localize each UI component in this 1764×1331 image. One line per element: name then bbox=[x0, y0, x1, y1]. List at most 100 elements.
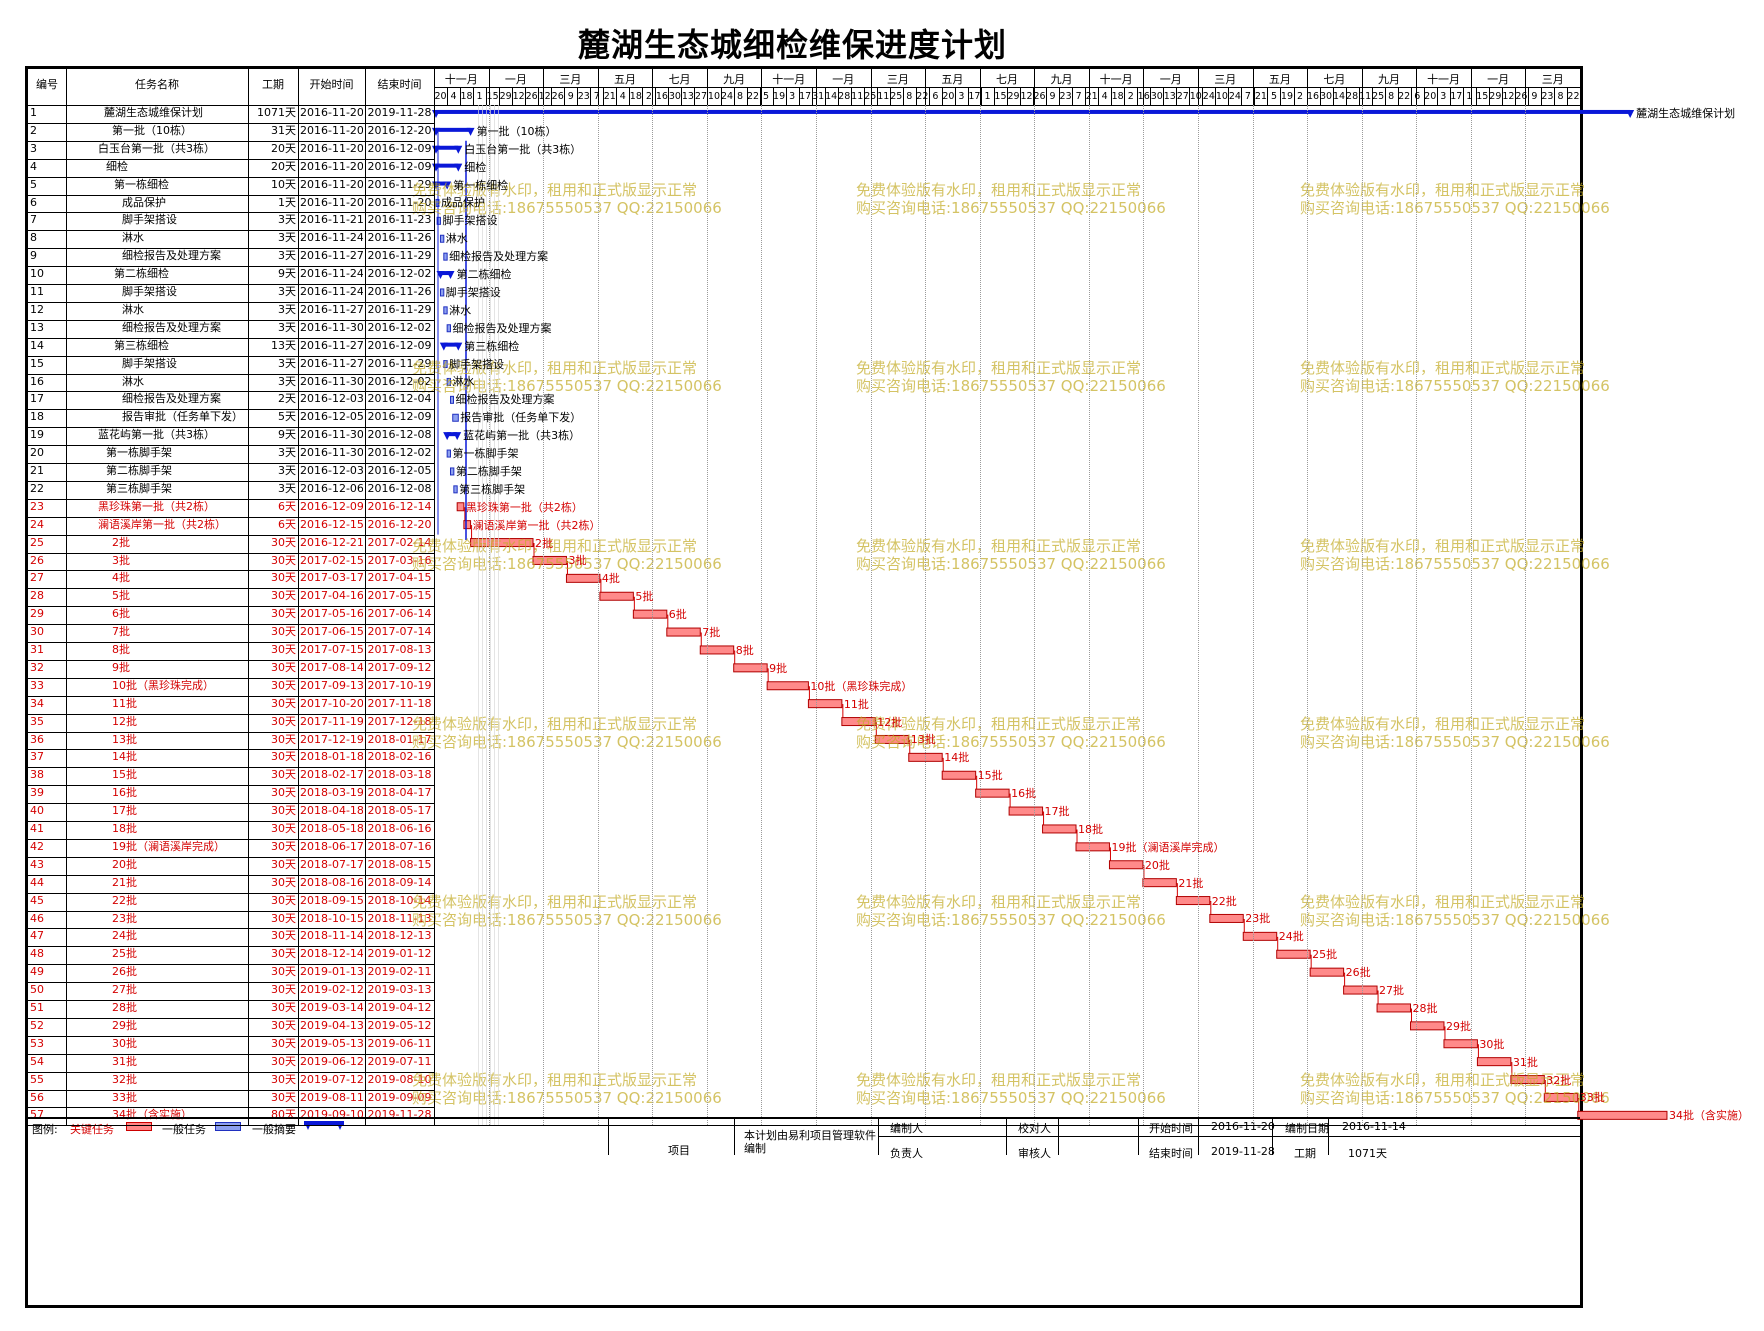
critical-task-bar[interactable] bbox=[1008, 806, 1044, 816]
bar-label: 第三栋细检 bbox=[464, 339, 520, 353]
critical-task-bar[interactable] bbox=[1042, 824, 1077, 834]
critical-task-bar[interactable] bbox=[1476, 1057, 1512, 1067]
bar-label: 细检报告及处理方案 bbox=[449, 250, 549, 264]
task-bar[interactable] bbox=[443, 360, 448, 369]
critical-task-bar[interactable] bbox=[1309, 967, 1345, 977]
critical-task-bar[interactable] bbox=[463, 520, 472, 530]
bar-label: 20批 bbox=[1144, 858, 1170, 872]
row-divider bbox=[28, 534, 434, 536]
bar-label: 3批 bbox=[568, 554, 587, 568]
row-divider bbox=[28, 445, 434, 447]
grid-line bbox=[706, 105, 708, 1126]
bar-label: 细检报告及处理方案 bbox=[452, 321, 552, 335]
grid-line bbox=[1525, 105, 1527, 1126]
row-divider bbox=[28, 1107, 434, 1109]
bar-label: 16批 bbox=[1011, 787, 1037, 801]
bar-label: 9批 bbox=[769, 661, 788, 675]
critical-task-bar[interactable] bbox=[941, 770, 977, 780]
critical-task-bar[interactable] bbox=[766, 681, 809, 691]
task-bar[interactable] bbox=[453, 485, 458, 494]
row-divider bbox=[28, 1071, 434, 1073]
summary-bar-cap bbox=[466, 127, 475, 136]
row-divider bbox=[28, 749, 434, 751]
bar-label: 11批 bbox=[843, 697, 869, 711]
critical-task-bar[interactable] bbox=[1543, 1092, 1579, 1102]
column-divider bbox=[298, 69, 299, 1126]
critical-task-bar[interactable] bbox=[1209, 913, 1244, 923]
critical-task-bar[interactable] bbox=[1108, 860, 1144, 870]
grid-line bbox=[761, 105, 763, 1126]
bar-label: 21批 bbox=[1178, 876, 1204, 890]
critical-task-bar[interactable] bbox=[1276, 949, 1311, 959]
footer-divider bbox=[734, 1117, 735, 1155]
critical-task-bar[interactable] bbox=[1577, 1110, 1668, 1120]
task-bar[interactable] bbox=[439, 234, 445, 243]
critical-task-bar[interactable] bbox=[632, 609, 668, 619]
summary-bar[interactable] bbox=[436, 127, 471, 132]
critical-task-bar[interactable] bbox=[599, 591, 634, 601]
critical-task-bar[interactable] bbox=[565, 573, 601, 583]
row-divider bbox=[28, 892, 434, 894]
summary-bar[interactable] bbox=[436, 109, 1631, 114]
critical-task-bar[interactable] bbox=[807, 699, 843, 709]
row-divider bbox=[28, 266, 434, 268]
row-divider bbox=[28, 928, 434, 930]
bar-label: 蓝花屿第一批（共3栋） bbox=[463, 429, 581, 443]
grid-line bbox=[979, 105, 981, 1126]
bar-label: 报告审批（任务单下发） bbox=[460, 411, 582, 425]
critical-task-bar[interactable] bbox=[1343, 985, 1378, 995]
task-bar[interactable] bbox=[449, 395, 454, 404]
critical-task-bar[interactable] bbox=[1242, 931, 1278, 941]
row-divider bbox=[28, 588, 434, 590]
bar-label: 32批 bbox=[1546, 1073, 1572, 1087]
bar-label: 25批 bbox=[1312, 948, 1338, 962]
bar-label: 27批 bbox=[1379, 984, 1405, 998]
task-bar[interactable] bbox=[449, 467, 455, 476]
row-divider bbox=[28, 498, 434, 500]
critical-task-bar[interactable] bbox=[1443, 1039, 1478, 1049]
footer-note: 本计划由易利项目管理软件编制 bbox=[744, 1129, 876, 1155]
bar-label: 15批 bbox=[977, 769, 1003, 783]
critical-task-bar[interactable] bbox=[666, 627, 701, 637]
row-divider bbox=[28, 838, 434, 840]
bar-label: 18批 bbox=[1078, 822, 1103, 836]
task-bar[interactable] bbox=[443, 306, 448, 315]
grid-line bbox=[816, 105, 817, 1126]
task-bar[interactable] bbox=[446, 324, 451, 333]
task-bar[interactable] bbox=[443, 252, 448, 261]
bar-label: 22批 bbox=[1211, 894, 1237, 908]
row-divider bbox=[28, 230, 434, 232]
footer-project-label: 项目 bbox=[668, 1144, 690, 1157]
task-bar[interactable] bbox=[439, 288, 445, 297]
row-divider bbox=[28, 373, 434, 375]
row-divider bbox=[28, 624, 434, 626]
critical-task-bar[interactable] bbox=[874, 734, 910, 744]
bar-label: 第一栋脚手架 bbox=[452, 447, 519, 461]
row-divider bbox=[28, 695, 434, 697]
grid-line bbox=[1034, 105, 1036, 1126]
critical-task-bar[interactable] bbox=[1175, 896, 1211, 906]
task-bar[interactable] bbox=[446, 377, 451, 386]
bar-label: 17批 bbox=[1044, 805, 1070, 819]
critical-task-bar[interactable] bbox=[532, 555, 567, 565]
row-divider bbox=[28, 248, 434, 250]
critical-task-bar[interactable] bbox=[456, 502, 465, 512]
grid-line bbox=[652, 105, 654, 1126]
task-bar[interactable] bbox=[452, 413, 459, 422]
bar-label: 30批 bbox=[1479, 1037, 1505, 1051]
bar-label: 7批 bbox=[702, 626, 721, 640]
bar-label: 24批 bbox=[1278, 930, 1304, 944]
row-divider bbox=[28, 731, 434, 733]
critical-task-bar[interactable] bbox=[699, 645, 735, 655]
critical-task-bar[interactable] bbox=[1142, 878, 1177, 888]
row-divider bbox=[28, 1000, 434, 1001]
critical-task-bar[interactable] bbox=[1376, 1003, 1412, 1013]
row-divider bbox=[28, 659, 434, 661]
bar-label: 33批 bbox=[1579, 1091, 1605, 1105]
row-divider bbox=[28, 1089, 434, 1091]
task-bar[interactable] bbox=[446, 449, 451, 458]
critical-task-bar[interactable] bbox=[1510, 1075, 1545, 1085]
legend-normal-label: 一般任务 bbox=[162, 1123, 206, 1136]
critical-task-bar[interactable] bbox=[1075, 842, 1110, 852]
grid-line bbox=[1088, 105, 1090, 1126]
